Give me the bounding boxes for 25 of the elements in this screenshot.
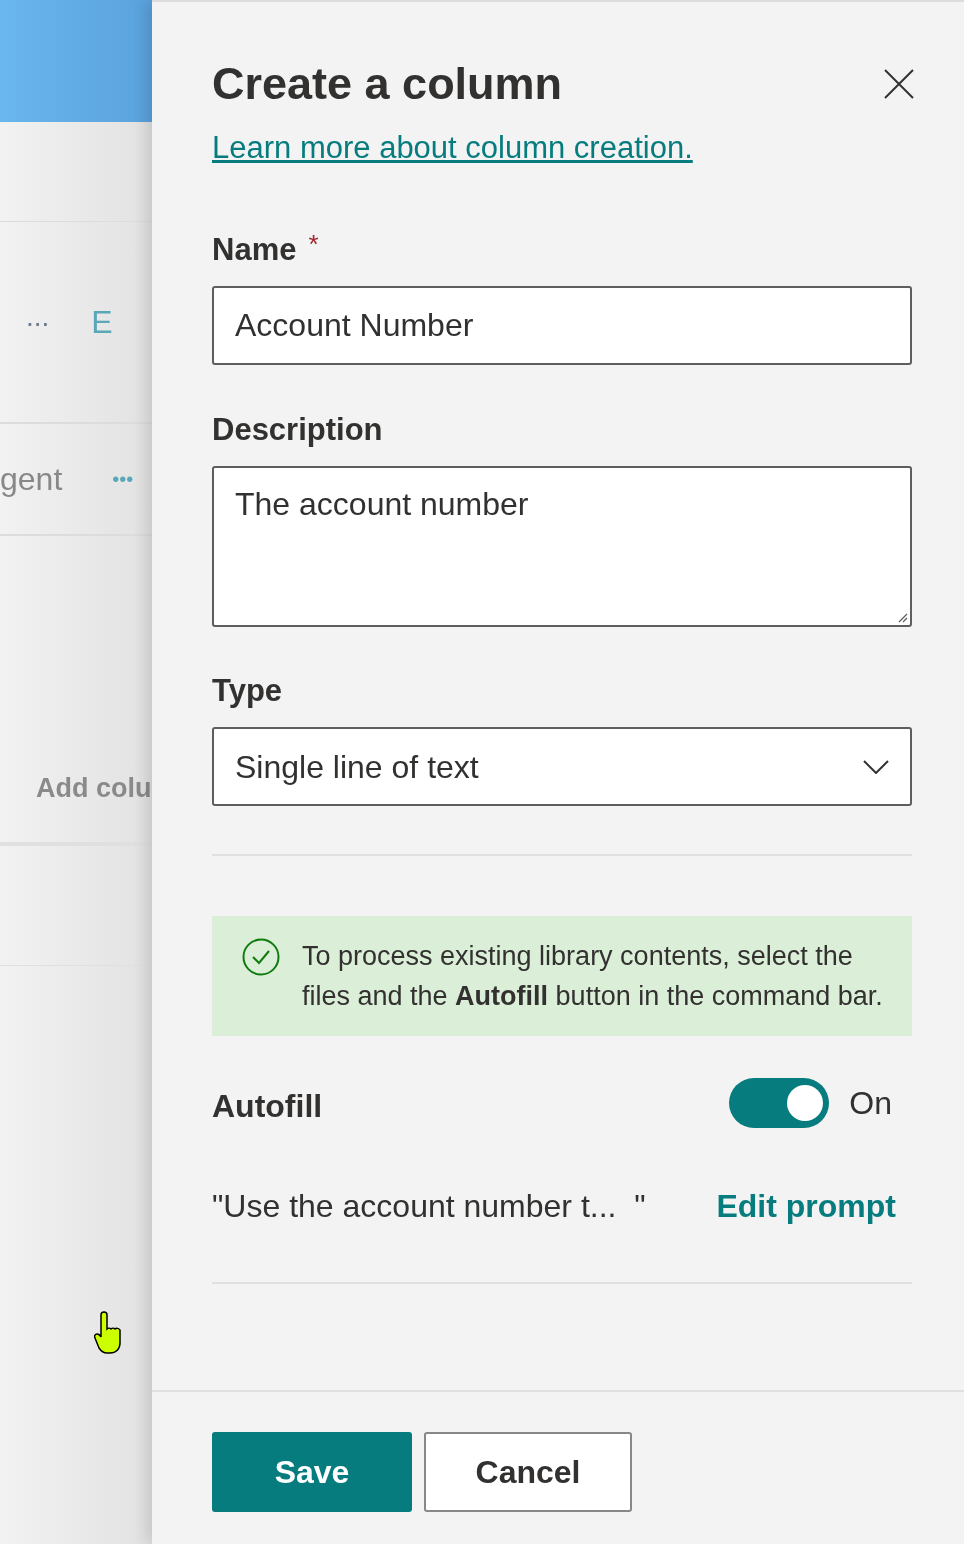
field-label: Name (212, 231, 297, 269)
column-text: E (91, 303, 113, 342)
learn-more-link[interactable]: Learn more about column creation. (212, 128, 912, 168)
info-text: To process existing library contents, select the files and the Autofill button in the command bar. (302, 940, 884, 1013)
text-area[interactable]: The account number (212, 466, 912, 627)
toggle-state-text: On (849, 1084, 892, 1123)
column-text: gent (0, 460, 63, 499)
resize-handle-icon[interactable] (896, 611, 908, 623)
autofill-label: Autofill (212, 1087, 323, 1126)
edit-prompt-link[interactable]: Edit prompt (716, 1182, 896, 1230)
check-circle-icon (242, 938, 280, 976)
prompt-text: "Use the account number t... " (212, 1187, 646, 1226)
close-icon[interactable] (884, 69, 914, 99)
field-label: Description (212, 411, 383, 449)
required-mark: * (308, 230, 319, 258)
panel-title: Create a column (212, 57, 563, 111)
add-column-link[interactable]: Add colu (36, 767, 152, 808)
more-options[interactable]: ... (26, 303, 50, 341)
field-label: Type (212, 672, 283, 710)
cancel-button[interactable]: Cancel (424, 1432, 632, 1512)
type-dropdown[interactable]: Single line of text (212, 727, 912, 806)
chevron-down-icon (863, 759, 889, 774)
save-button[interactable]: Save (212, 1432, 412, 1512)
input-field[interactable]: Account Number (212, 286, 912, 365)
autofill-toggle[interactable] (729, 1078, 830, 1128)
